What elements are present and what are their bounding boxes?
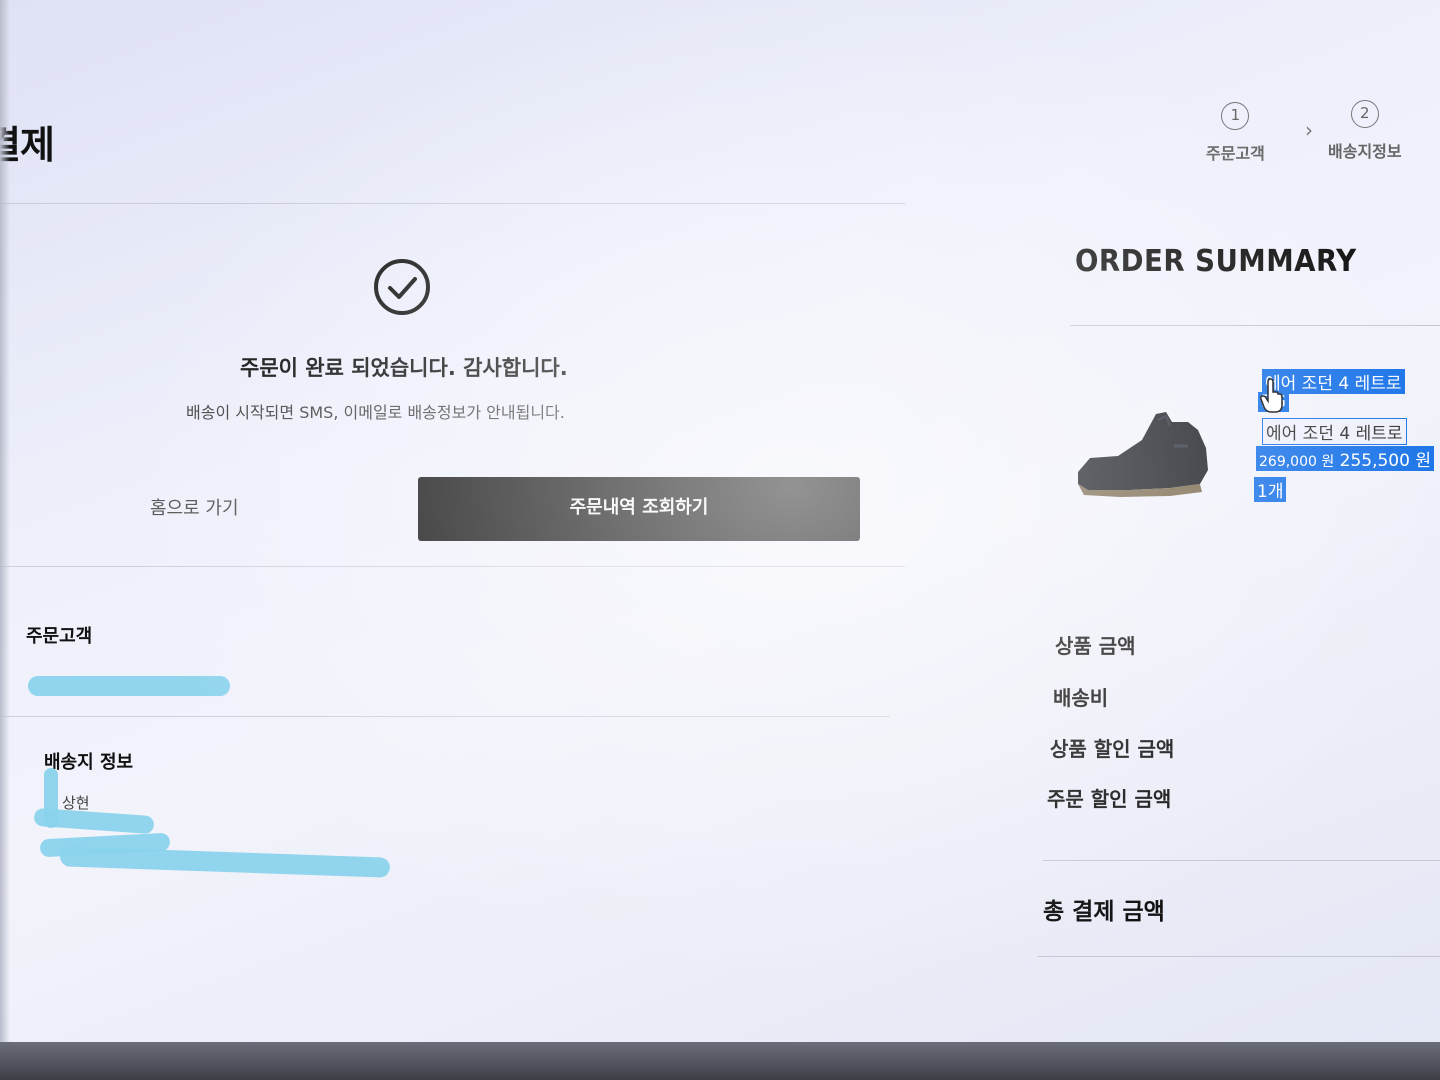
summary-divider bbox=[1043, 860, 1440, 861]
product-quantity[interactable]: 1개 bbox=[1254, 477, 1287, 502]
order-history-button[interactable]: 주문내역 조회하기 bbox=[418, 477, 860, 541]
step-label: 주문고객 bbox=[1206, 144, 1265, 163]
price-original: 269,000 원 bbox=[1259, 454, 1335, 470]
product-name-alt[interactable]: 에어 조던 4 레트로 bbox=[1262, 418, 1407, 445]
section-divider bbox=[0, 566, 905, 567]
chevron-right-icon: › bbox=[1305, 118, 1313, 142]
summary-shipping-fee-label: 배송비 bbox=[1053, 686, 1109, 710]
shipping-section-label: 배송지 정보 bbox=[44, 752, 134, 773]
price-sale: 255,500 원 bbox=[1339, 451, 1431, 471]
checkout-screen: 결제 1 주문고객 › 2 배송지정보 주문이 완료 되었습니다. 감사합니다.… bbox=[0, 0, 1440, 1080]
section-divider bbox=[0, 716, 890, 717]
product-image[interactable] bbox=[1070, 400, 1220, 500]
hand-cursor-icon bbox=[1260, 378, 1283, 413]
redacted-customer-info bbox=[28, 676, 230, 696]
summary-divider bbox=[1038, 956, 1440, 957]
title-divider bbox=[0, 203, 905, 204]
summary-product-amount-label: 상품 금액 bbox=[1055, 634, 1136, 658]
step-label: 배송지정보 bbox=[1328, 142, 1402, 161]
step-customer: 1 주문고객 bbox=[1206, 102, 1265, 164]
confirmation-title: 주문이 완료 되었습니다. 감사합니다. bbox=[240, 356, 568, 380]
step-shipping: 2 배송지정보 bbox=[1328, 100, 1402, 162]
summary-total-label: 총 결제 금액 bbox=[1043, 899, 1165, 925]
summary-product-discount-label: 상품 할인 금액 bbox=[1050, 737, 1175, 761]
product-price[interactable]: 269,000 원 255,500 원 bbox=[1256, 446, 1434, 471]
customer-section-label: 주문고객 bbox=[26, 626, 93, 647]
check-circle-icon bbox=[374, 259, 430, 315]
order-summary-title: ORDER SUMMARY bbox=[1075, 244, 1357, 279]
step-number: 1 bbox=[1221, 102, 1250, 130]
summary-divider bbox=[1070, 325, 1440, 326]
confirmation-subtitle: 배송이 시작되면 SMS, 이메일로 배송정보가 안내됩니다. bbox=[186, 403, 565, 422]
step-number: 2 bbox=[1350, 100, 1379, 128]
redacted-shipping-info bbox=[33, 807, 155, 835]
monitor-bezel-bottom bbox=[0, 1042, 1440, 1080]
summary-order-discount-label: 주문 할인 금액 bbox=[1047, 787, 1172, 811]
monitor-bezel-left bbox=[0, 0, 10, 1080]
home-link[interactable]: 홈으로 가기 bbox=[150, 494, 239, 520]
redacted-shipping-info bbox=[59, 846, 391, 878]
